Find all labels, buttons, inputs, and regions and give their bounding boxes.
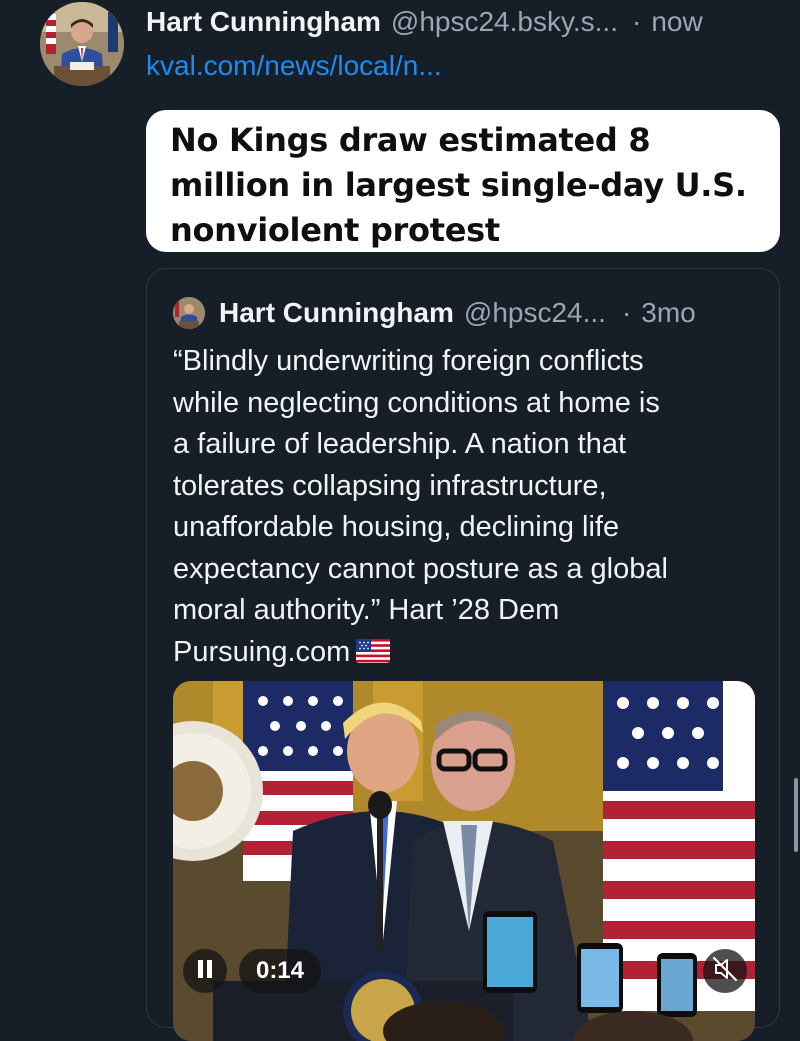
quoted-post-body: “Blindly underwriting foreign conflicts … [173, 341, 763, 673]
post-link[interactable]: kval.com/news/local/n... [146, 50, 442, 82]
pause-icon [196, 959, 214, 984]
post-timestamp[interactable]: now [651, 6, 702, 38]
video-timestamp: 0:14 [239, 949, 321, 993]
mute-toggle-button[interactable] [703, 949, 747, 993]
headline-text: No Kings draw estimated 8 million in lar… [170, 121, 747, 249]
quoted-author-avatar[interactable] [173, 297, 205, 329]
quoted-post-text: “Blindly underwriting foreign conflicts … [173, 345, 668, 668]
quoted-post-header: Hart Cunningham @hpsc24... · 3mo [219, 293, 759, 333]
author-handle[interactable]: @hpsc24.bsky.s... [391, 6, 618, 38]
us-flag-emoji [356, 634, 391, 663]
header-separator: · [632, 6, 642, 37]
quoted-post-card[interactable]: Hart Cunningham @hpsc24... · 3mo “Blindl… [146, 268, 780, 1041]
author-name[interactable]: Hart Cunningham [146, 6, 381, 38]
video-player[interactable]: 0:14 [173, 681, 755, 1041]
quoted-header-separator: · [621, 297, 632, 328]
muted-speaker-icon [712, 956, 738, 987]
author-avatar[interactable] [40, 2, 124, 86]
quoted-author-handle[interactable]: @hpsc24... [464, 297, 606, 329]
link-preview-card[interactable]: No Kings draw estimated 8 million in lar… [146, 110, 780, 252]
pause-button[interactable] [183, 949, 227, 993]
quoted-author-name[interactable]: Hart Cunningham [219, 297, 454, 329]
quoted-post-timestamp[interactable]: 3mo [641, 297, 695, 329]
scrollbar-thumb[interactable] [794, 778, 798, 852]
post-header: Hart Cunningham @hpsc24.bsky.s... · now [146, 0, 796, 44]
